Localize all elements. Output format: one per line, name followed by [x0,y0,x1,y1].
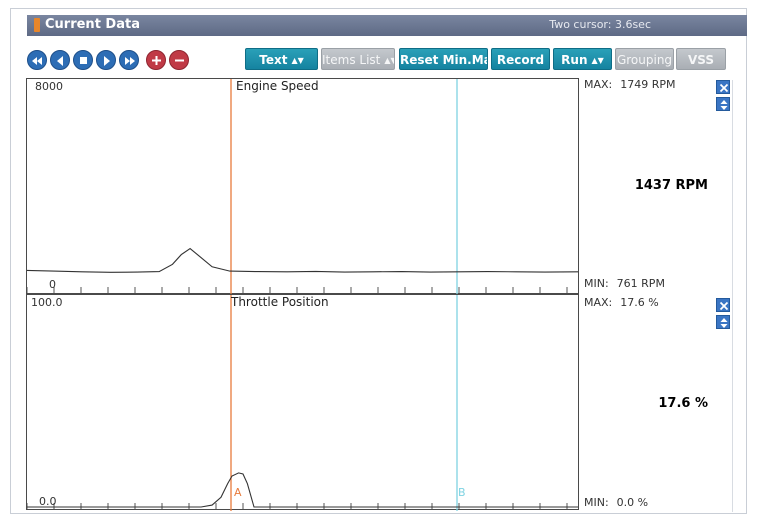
play-button[interactable] [96,50,116,70]
up-down-arrows-icon [720,100,728,110]
step-back-icon [57,56,63,66]
stop-button[interactable] [73,50,93,70]
engine-speed-max: MAX: 1749 RPM [584,78,676,91]
engine-speed-reorder-button[interactable] [716,97,730,111]
engine-speed-plot [27,79,579,295]
cursor-a-label: A [234,486,242,499]
rewind-button[interactable] [27,50,47,70]
y-max-label: 100.0 [31,296,63,309]
min-value: 0.0 % [616,496,649,509]
x-axis-ticks [27,287,568,293]
fast-forward-button[interactable] [119,50,139,70]
chart-title: Throttle Position [231,295,329,309]
throttle-position-series [27,472,578,508]
chart-title: Engine Speed [236,79,319,93]
x-axis-ticks [27,503,568,509]
y-max-label: 8000 [35,80,63,93]
bookmark-icon [34,18,40,32]
step-back-button[interactable] [50,50,70,70]
plus-icon [152,56,161,65]
cursor-status: Two cursor: 3.6sec [549,18,651,31]
min-label: MIN: [584,277,609,290]
fast-forward-icon [125,57,135,65]
engine-speed-close-button[interactable] [716,80,730,94]
up-down-arrows-icon [720,318,728,328]
max-value: 1749 RPM [620,78,676,91]
record-button[interactable]: Record [491,48,550,70]
throttle-reorder-button[interactable] [716,315,730,329]
min-value: 761 RPM [616,277,665,290]
throttle-position-chart[interactable]: A B 100.0 0.0 Throttle Position [26,294,579,511]
engine-speed-chart[interactable]: 8000 0 Engine Speed [26,78,579,295]
throttle-close-button[interactable] [716,298,730,312]
close-icon [719,83,729,93]
items-list-select[interactable]: Items List▲▼ [321,48,395,70]
throttle-max: MAX: 17.6 % [584,296,659,309]
select-arrows-icon: ▲▼ [591,56,604,65]
grouping-button[interactable]: Grouping [615,48,674,70]
panel-divider [732,80,733,512]
minus-icon [175,59,184,62]
close-icon [719,301,729,311]
text-view-label: Text [259,53,288,67]
window-title: Current Data [45,17,140,32]
rewind-icon [32,57,42,65]
max-value: 17.6 % [620,296,659,309]
max-label: MAX: [584,78,613,91]
text-view-select[interactable]: Text ▲▼ [245,48,318,70]
throttle-min: MIN: 0.0 % [584,496,648,509]
zoom-in-button[interactable] [146,50,166,70]
stop-icon [80,57,87,64]
max-label: MAX: [584,296,613,309]
items-list-label: Items List [322,53,381,67]
throttle-position-plot: A B [27,295,578,511]
throttle-current: 17.6 % [658,396,708,411]
vss-button[interactable]: VSS [676,48,726,70]
select-arrows-icon: ▲▼ [291,56,304,65]
engine-speed-current: 1437 RPM [634,178,708,193]
title-bar: Current Data Two cursor: 3.6sec [27,15,747,36]
min-label: MIN: [584,496,609,509]
run-select[interactable]: Run ▲▼ [553,48,612,70]
y-min-label: 0 [49,278,56,291]
cursor-b-label: B [458,486,466,499]
y-min-label: 0.0 [39,495,57,508]
reset-minmax-button[interactable]: Reset Min.Max [399,48,488,70]
run-label: Run [561,53,588,67]
engine-speed-series [27,247,579,273]
engine-speed-min: MIN: 761 RPM [584,277,665,290]
zoom-out-button[interactable] [169,50,189,70]
select-arrows-icon: ▲▼ [384,56,394,65]
play-icon [104,56,110,66]
